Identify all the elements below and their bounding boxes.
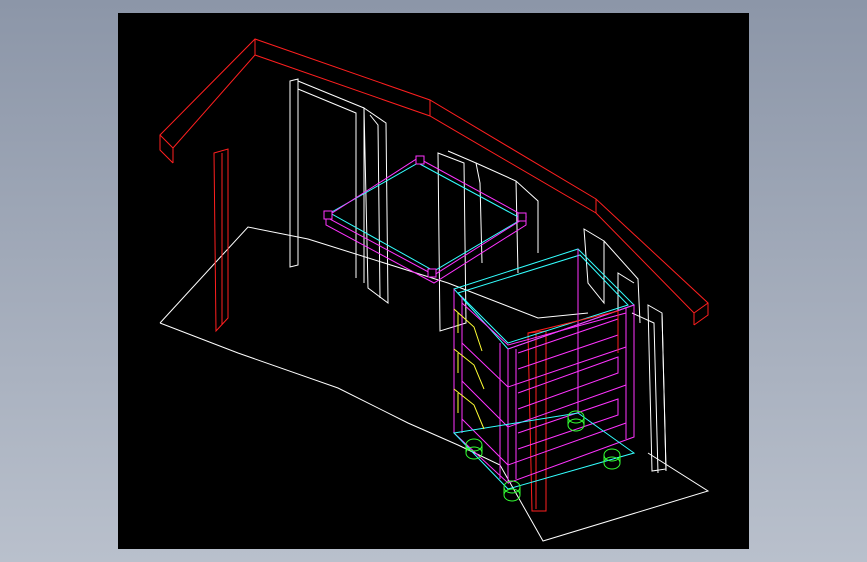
cad-viewport[interactable]	[118, 13, 749, 549]
keyboard-shelf	[323, 155, 527, 284]
desk-wireframe-drawing	[159, 38, 710, 542]
drawer-cabinet	[452, 248, 636, 490]
